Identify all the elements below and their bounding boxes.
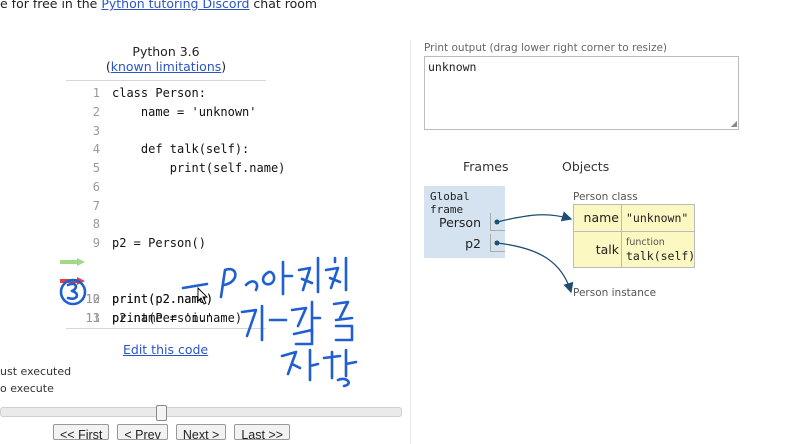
code-listing: 1 class Person: 2 name = 'unknown' 3 4 de… (60, 84, 286, 328)
line-number: 1 (92, 86, 100, 100)
prev-button[interactable]: < Prev (117, 424, 168, 442)
code-line: 3 (66, 122, 266, 141)
code-line: 10 print(p2.name) (60, 253, 266, 306)
next-button[interactable]: Next > (175, 424, 227, 442)
next-line-arrow-icon (60, 276, 85, 285)
legend-just-executed: ust executed (0, 365, 72, 378)
line-number: 12 (85, 292, 100, 307)
legend-next-to-execute: o execute (0, 382, 54, 395)
print-output-box[interactable]: unknown ◢ (424, 56, 739, 130)
person-class-object: name "unknown" talk function talk(self) (573, 204, 695, 268)
global-frame: Global frame Person p2 (424, 186, 505, 258)
code-text: print(p2.name) (112, 292, 214, 307)
function-label: function (626, 237, 665, 248)
p2-pointer-arrow (496, 242, 574, 294)
line-number: 13 (85, 311, 100, 325)
code-line: 12 print(p2.name) (66, 290, 266, 309)
panel-divider (410, 40, 411, 444)
code-line: 5 print(self.name) (66, 159, 286, 178)
print-output-label: Print output (drag lower right corner to… (424, 42, 668, 54)
code-line: 6 (66, 178, 266, 197)
line-number: 7 (92, 198, 100, 213)
person-pointer-arrow (496, 211, 573, 223)
print-output-text: unknown (428, 60, 477, 74)
code-text: print(self.name) (112, 161, 286, 175)
attr-key-talk: talk (595, 242, 619, 257)
code-line: 11 p2.name = 'iu' (60, 272, 266, 325)
known-limitations-link[interactable]: known limitations (111, 59, 222, 74)
code-line: 8 (66, 215, 266, 234)
limitations-close: ) (221, 59, 227, 74)
code-line: 7 (66, 197, 266, 216)
line-number: 9 (92, 236, 100, 250)
code-text: class Person: (112, 86, 206, 100)
function-signature: talk(self) (626, 249, 696, 263)
var-p2: p2 (465, 236, 481, 251)
limitations: (known limitations) (66, 59, 266, 74)
code-line: 4 def talk(self): (66, 140, 266, 159)
line-number: 4 (92, 142, 100, 157)
navigation-buttons: << First < Prev Next > Last >> (53, 424, 291, 442)
attr-separator (621, 205, 622, 267)
code-text: p2 = Person() (112, 236, 206, 250)
line-number: 8 (92, 217, 100, 232)
line-number: 2 (92, 104, 100, 119)
person-class-label: Person class (573, 191, 638, 203)
attr-key-name: name (583, 210, 619, 225)
last-button[interactable]: Last >> (234, 424, 291, 442)
code-text: print(Person.name) (112, 311, 243, 325)
code-line: 2 name = 'unknown' (66, 103, 266, 122)
code-text: name = 'unknown' (112, 104, 257, 119)
first-button[interactable]: << First (53, 424, 110, 442)
code-line: 9 p2 = Person() (66, 234, 266, 253)
pointer-cell (490, 234, 505, 252)
code-panel: Python 3.6 (known limitations) 1 class Pe… (0, 0, 410, 444)
just-executed-arrow-icon (60, 257, 85, 266)
resize-handle-icon[interactable]: ◢ (731, 120, 737, 128)
line-number: 3 (92, 123, 100, 138)
code-bottom-divider (66, 328, 266, 329)
code-line: 1 class Person: (66, 84, 266, 103)
step-slider[interactable] (0, 407, 402, 417)
code-text: def talk(self): (112, 142, 250, 157)
code-line: 13 print(Person.name) (66, 309, 266, 328)
frames-header: Frames (463, 159, 509, 174)
step-slider-handle[interactable] (156, 405, 167, 421)
python-version: Python 3.6 (132, 44, 200, 59)
code-top-divider (66, 80, 266, 81)
pointer-cell (490, 213, 505, 231)
person-instance-label: Person instance (573, 287, 657, 299)
line-number: 6 (92, 179, 100, 194)
edit-code-link[interactable]: Edit this code (123, 342, 208, 357)
var-person: Person (438, 215, 481, 230)
line-number: 5 (92, 161, 100, 175)
attr-value-name: "unknown" (626, 211, 689, 225)
objects-header: Objects (562, 159, 610, 174)
